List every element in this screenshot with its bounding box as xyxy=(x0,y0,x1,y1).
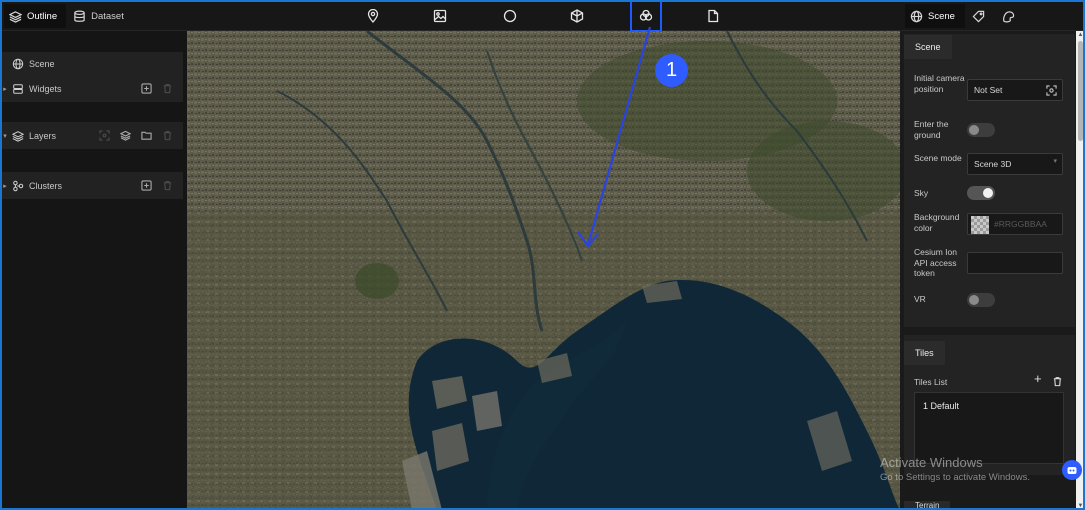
scene-settings-panel: Scene Initial camera position Not Set En… xyxy=(900,31,1085,510)
initial-camera-row: Initial camera position Not Set xyxy=(914,73,1064,105)
cesium-token-input[interactable] xyxy=(967,252,1063,274)
sky-row: Sky xyxy=(914,186,1064,202)
add-cluster-icon[interactable] xyxy=(141,179,152,193)
vr-label: VR xyxy=(914,294,926,304)
tiles-list-row: Tiles List + xyxy=(914,372,1064,390)
tab-tags[interactable] xyxy=(967,4,995,28)
map-pin-icon xyxy=(366,9,380,23)
top-toolbar: Outline Dataset Scene xyxy=(0,0,1085,32)
image-icon xyxy=(433,9,447,23)
vr-row: VR xyxy=(914,293,1064,308)
terrain-section-title: Terrain xyxy=(904,501,951,510)
document-tool[interactable] xyxy=(702,5,724,27)
tiles-list-label: Tiles List xyxy=(914,377,948,387)
satellite-map xyxy=(187,31,900,510)
clusters-section: ▸ Clusters xyxy=(0,172,183,199)
add-widget-icon[interactable] xyxy=(141,82,152,96)
trash-icon[interactable] xyxy=(162,180,173,193)
vr-toggle[interactable] xyxy=(967,293,995,307)
background-color-label: Background color xyxy=(914,212,960,233)
watermark-line1: Activate Windows xyxy=(880,455,983,470)
trash-icon[interactable] xyxy=(1052,376,1063,390)
outline-layers-label: Layers xyxy=(29,131,57,141)
folder-icon[interactable] xyxy=(141,130,152,143)
sky-label: Sky xyxy=(914,188,929,198)
cesium-token-label: Cesium Ion API access token xyxy=(914,247,957,278)
tab-scene-label: Scene xyxy=(928,10,955,22)
clusters-icon xyxy=(639,9,653,23)
add-layer-icon[interactable] xyxy=(119,130,132,143)
scroll-down-icon[interactable]: ▼ xyxy=(1077,503,1084,509)
outline-item-widgets[interactable]: ▸ Widgets xyxy=(0,81,183,97)
sky-toggle[interactable] xyxy=(967,186,995,200)
scene-section-title: Scene xyxy=(904,35,952,59)
layers-icon xyxy=(12,130,24,142)
scroll-up-icon[interactable]: ▲ xyxy=(1077,32,1084,38)
scrollbar[interactable]: ▲ ▼ xyxy=(1076,31,1085,510)
right-panel-tabs: Scene xyxy=(905,4,1025,28)
outline-clusters-label: Clusters xyxy=(29,181,63,191)
paint-icon xyxy=(1002,10,1015,23)
outline-scene-label: Scene xyxy=(29,59,55,69)
assistant-bot-icon[interactable] xyxy=(1062,460,1082,480)
background-color-placeholder: #RRGGBBAA xyxy=(994,218,1047,229)
color-swatch[interactable] xyxy=(971,216,989,234)
outline-item-clusters[interactable]: ▸ Clusters xyxy=(0,178,183,194)
background-color-row: Background color #RRGGBBAA xyxy=(914,212,1064,235)
watermark-line2: Go to Settings to activate Windows. xyxy=(880,472,1030,483)
scene-mode-label: Scene mode xyxy=(914,153,962,163)
expand-caret-icon[interactable]: ▾ xyxy=(0,132,10,140)
enter-ground-row: Enter the ground xyxy=(914,119,1064,141)
document-icon xyxy=(706,9,720,23)
background-color-input[interactable]: #RRGGBBAA xyxy=(967,213,1063,235)
step-badge: 1 xyxy=(655,54,688,87)
enter-ground-label: Enter the ground xyxy=(914,119,949,140)
clusters-icon xyxy=(12,180,24,192)
expand-caret-icon[interactable]: ▸ xyxy=(0,85,10,93)
scene-mode-select[interactable]: Scene 3D ▾ xyxy=(967,153,1063,175)
chevron-down-icon: ▾ xyxy=(1053,158,1057,165)
tag-icon xyxy=(972,10,985,23)
image-tool[interactable] xyxy=(429,5,451,27)
trash-icon[interactable] xyxy=(162,83,173,96)
scene-mode-row: Scene mode Scene 3D ▾ xyxy=(914,153,1064,175)
outline-widgets-label: Widgets xyxy=(29,84,62,94)
globe-icon xyxy=(12,58,24,70)
initial-camera-value: Not Set xyxy=(974,84,1003,95)
scrollbar-thumb[interactable] xyxy=(1078,41,1083,141)
widgets-icon xyxy=(12,83,24,95)
outline-item-scene[interactable]: Scene xyxy=(0,56,183,72)
initial-camera-input[interactable]: Not Set xyxy=(967,79,1063,101)
circle-tool[interactable] xyxy=(499,5,521,27)
model-tool[interactable] xyxy=(566,5,588,27)
focus-icon[interactable] xyxy=(99,129,110,143)
clusters-tool[interactable] xyxy=(630,0,662,32)
cesium-token-row: Cesium Ion API access token xyxy=(914,247,1064,281)
capture-camera-icon[interactable] xyxy=(1046,85,1057,99)
tab-style[interactable] xyxy=(997,4,1025,28)
map-pin-tool[interactable] xyxy=(362,5,384,27)
tile-item-default[interactable]: 1 Default xyxy=(915,393,1063,419)
layers-section: ▾ Layers xyxy=(0,122,183,149)
map-viewport[interactable] xyxy=(187,31,900,510)
expand-caret-icon[interactable]: ▸ xyxy=(0,182,10,190)
tiles-list: 1 Default xyxy=(914,392,1064,464)
globe-icon xyxy=(910,10,923,23)
scene-mode-value: Scene 3D xyxy=(974,158,1012,169)
scene-widgets-section: Scene ▸ Widgets xyxy=(0,52,183,102)
tiles-section-title: Tiles xyxy=(904,341,945,365)
outline-item-layers[interactable]: ▾ Layers xyxy=(0,128,183,144)
add-tile-icon[interactable]: + xyxy=(1034,372,1042,384)
trash-icon[interactable] xyxy=(162,130,173,143)
circle-icon xyxy=(503,9,517,23)
globe-box-icon xyxy=(570,9,584,23)
activation-watermark: Activate Windows Go to Settings to activ… xyxy=(880,455,1030,483)
enter-ground-toggle[interactable] xyxy=(967,123,995,137)
initial-camera-label: Initial camera position xyxy=(914,73,965,94)
tab-scene[interactable]: Scene xyxy=(905,4,965,28)
outline-panel: Scene ▸ Widgets ▾ Layers ▸ Clusters xyxy=(0,31,187,510)
